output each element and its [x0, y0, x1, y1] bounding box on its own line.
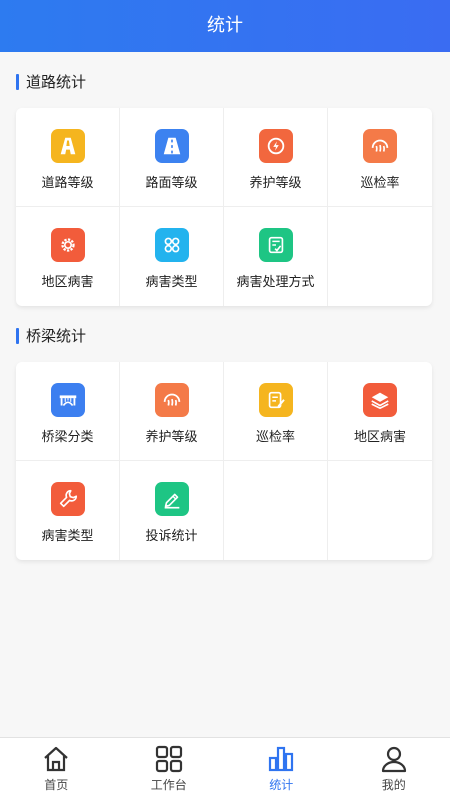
- page-title: 统计: [0, 0, 450, 52]
- bridge-icon: [50, 383, 85, 417]
- road-surface-icon: [154, 129, 189, 163]
- bridge-category-label: 桥梁分类: [41, 430, 94, 445]
- bridge-maintenance-grade-item[interactable]: 养护等级: [120, 362, 224, 461]
- road-disease-handling-label: 病害处理方式: [236, 275, 315, 290]
- bridge-stats-card: 桥梁分类 养护等级 巡检率 地区病害 病害类型 投诉统计: [16, 362, 432, 560]
- grid-icon: [154, 228, 189, 262]
- checklist-icon: [258, 228, 293, 262]
- road-icon: [50, 129, 85, 163]
- road-stats-card: 道路等级 路面等级 养护等级 巡检率 地区病害 病害类型 病害处理方式: [16, 108, 432, 306]
- road-area-disease-item[interactable]: 地区病害: [16, 207, 120, 306]
- road-stats-title: 道路统计: [16, 72, 86, 92]
- user-icon: [381, 746, 406, 773]
- bridge-inspection-rate-label: 巡检率: [255, 430, 295, 445]
- bridge-disease-type-label: 病害类型: [41, 529, 94, 544]
- road-surface-grade-item[interactable]: 路面等级: [120, 108, 224, 207]
- road-disease-type-item[interactable]: 病害类型: [120, 207, 224, 306]
- bridge-inspection-rate-item[interactable]: 巡检率: [224, 362, 328, 461]
- pen-icon: [154, 482, 189, 516]
- road-inspection-rate-item[interactable]: 巡检率: [328, 108, 432, 207]
- road-surface-grade-label: 路面等级: [145, 176, 198, 191]
- inspection-icon: [363, 129, 397, 163]
- bridge-area-disease-label: 地区病害: [353, 430, 406, 445]
- empty-cell: [328, 461, 432, 560]
- stats-icon: [269, 746, 294, 772]
- edit-doc-icon: [258, 383, 293, 417]
- tab-stats-label: 统计: [269, 778, 294, 792]
- tab-home[interactable]: 首页: [0, 738, 113, 800]
- road-disease-type-label: 病害类型: [145, 275, 198, 290]
- bottom-tab-bar: 首页 工作台 统计 我的: [0, 737, 450, 800]
- maintenance-icon: [258, 129, 293, 163]
- layers-icon: [363, 383, 397, 417]
- bridge-complaint-stats-item[interactable]: 投诉统计: [120, 461, 224, 560]
- empty-cell: [328, 207, 432, 306]
- road-area-disease-label: 地区病害: [41, 275, 94, 290]
- tab-home-label: 首页: [44, 778, 69, 792]
- road-maintenance-grade-label: 养护等级: [249, 176, 302, 191]
- bridge-maintenance-grade-label: 养护等级: [145, 430, 198, 445]
- bridge-category-item[interactable]: 桥梁分类: [16, 362, 120, 461]
- road-grade-item[interactable]: 道路等级: [16, 108, 120, 207]
- bridge-area-disease-item[interactable]: 地区病害: [328, 362, 432, 461]
- maintenance-wave-icon: [154, 383, 189, 417]
- tab-workbench[interactable]: 工作台: [113, 738, 226, 800]
- empty-cell: [224, 461, 328, 560]
- gear-icon: [50, 228, 85, 262]
- road-disease-handling-item[interactable]: 病害处理方式: [224, 207, 328, 306]
- tab-stats[interactable]: 统计: [225, 738, 338, 800]
- tab-profile-label: 我的: [381, 778, 406, 792]
- bridge-disease-type-item[interactable]: 病害类型: [16, 461, 120, 560]
- road-inspection-rate-label: 巡检率: [360, 176, 400, 191]
- wrench-icon: [50, 482, 85, 516]
- tab-profile[interactable]: 我的: [338, 738, 450, 800]
- tab-workbench-label: 工作台: [150, 778, 187, 792]
- home-icon: [44, 746, 68, 772]
- road-maintenance-grade-item[interactable]: 养护等级: [224, 108, 328, 207]
- road-grade-label: 道路等级: [41, 176, 94, 191]
- bridge-stats-title: 桥梁统计: [16, 326, 86, 346]
- workbench-icon: [155, 745, 182, 773]
- bridge-complaint-stats-label: 投诉统计: [145, 529, 198, 544]
